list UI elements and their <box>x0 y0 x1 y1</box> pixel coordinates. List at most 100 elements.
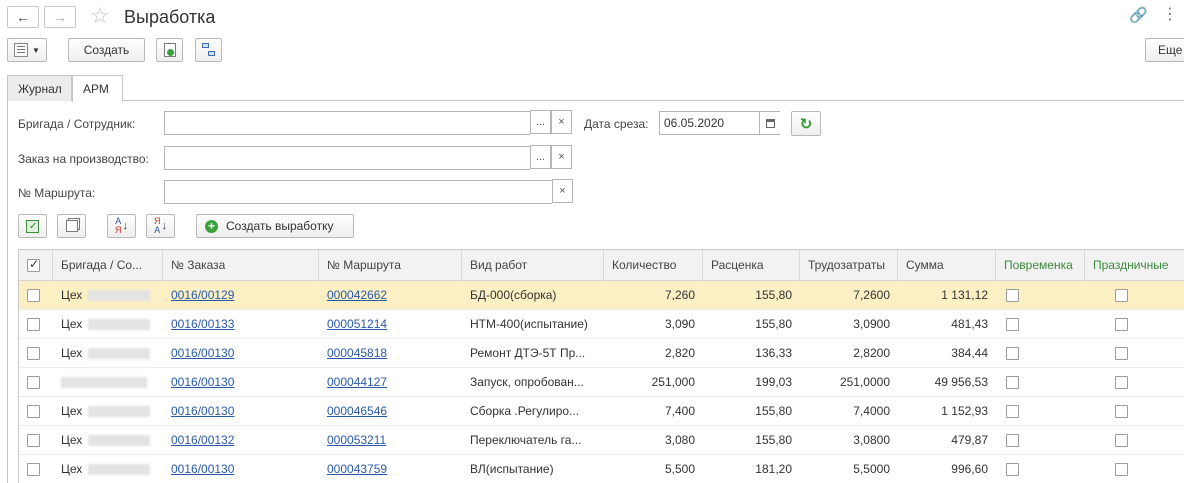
cell-route-link[interactable]: 000042662 <box>319 281 462 310</box>
cell-holiday[interactable] <box>1085 397 1184 426</box>
hourly-checkbox[interactable] <box>1006 405 1019 419</box>
row-checkbox[interactable] <box>27 289 40 303</box>
cell-order-link[interactable]: 0016/00132 <box>163 426 319 455</box>
add-from-copy-button[interactable] <box>156 38 183 62</box>
cell-hourly[interactable] <box>996 397 1085 426</box>
row-checkbox[interactable] <box>27 347 40 361</box>
holiday-checkbox[interactable] <box>1115 347 1128 361</box>
col-labor[interactable]: Трудозатраты <box>800 250 898 281</box>
cell-route-link[interactable]: 000043759 <box>319 455 462 483</box>
col-quantity[interactable]: Количество <box>604 250 703 281</box>
cell-route-link[interactable]: 000044127 <box>319 368 462 397</box>
col-route[interactable]: № Маршрута <box>319 250 462 281</box>
table-row[interactable]: Цех 0016/00130 000045818 Ремонт ДТЭ-5Т Пр..… <box>19 339 1184 368</box>
row-checkbox[interactable] <box>27 434 40 448</box>
structure-button[interactable] <box>195 38 222 62</box>
forward-button[interactable]: → <box>44 6 76 28</box>
tab-arm[interactable]: АРМ <box>72 75 123 102</box>
holiday-checkbox[interactable] <box>1115 434 1128 448</box>
cell-holiday[interactable] <box>1085 339 1184 368</box>
back-button[interactable]: ← <box>7 6 39 28</box>
hourly-checkbox[interactable] <box>1006 289 1019 303</box>
holiday-checkbox[interactable] <box>1115 318 1128 332</box>
cell-hourly[interactable] <box>996 281 1085 310</box>
cell-route-link[interactable]: 000053211 <box>319 426 462 455</box>
table-row[interactable]: 0016/00130 000044127 Запуск, опробован... 2… <box>19 368 1184 397</box>
order-clear-button[interactable]: × <box>551 145 572 169</box>
cell-hourly[interactable] <box>996 368 1085 397</box>
route-input[interactable] <box>164 180 554 204</box>
row-checkbox[interactable] <box>27 463 40 477</box>
holiday-checkbox[interactable] <box>1115 405 1128 419</box>
cell-hourly[interactable] <box>996 426 1085 455</box>
order-select-button[interactable]: ... <box>530 145 551 169</box>
cell-order-link[interactable]: 0016/00133 <box>163 310 319 339</box>
table-row[interactable]: Цех 0016/00133 000051214 НТМ-400(испытание)… <box>19 310 1184 339</box>
holiday-checkbox[interactable] <box>1115 376 1128 390</box>
table-row[interactable]: Цех 0016/00130 000046546 Сборка .Регулиро..… <box>19 397 1184 426</box>
brigade-clear-button[interactable]: × <box>551 110 572 134</box>
select-all-checkbox[interactable]: ✓ <box>27 257 40 273</box>
sort-ascending-button[interactable]: АЯ ↓ <box>107 214 136 238</box>
more-button[interactable]: Еще <box>1145 38 1184 62</box>
hourly-checkbox[interactable] <box>1006 376 1019 390</box>
cell-order-link[interactable]: 0016/00130 <box>163 368 319 397</box>
cell-order-link[interactable]: 0016/00129 <box>163 281 319 310</box>
tab-journal[interactable]: Журнал <box>7 75 72 101</box>
row-checkbox[interactable] <box>27 376 40 390</box>
row-select-cell[interactable] <box>19 455 53 483</box>
table-row[interactable]: Цех 0016/00132 000053211 Переключатель га..… <box>19 426 1184 455</box>
cell-hourly[interactable] <box>996 310 1085 339</box>
more-vertical-icon[interactable]: ⋮ <box>1162 4 1178 24</box>
col-hourly[interactable]: Повременка <box>996 250 1085 281</box>
cell-holiday[interactable] <box>1085 310 1184 339</box>
hourly-checkbox[interactable] <box>1006 463 1019 477</box>
create-button[interactable]: Создать <box>68 38 145 62</box>
order-input[interactable] <box>164 146 532 170</box>
cell-hourly[interactable] <box>996 339 1085 368</box>
row-checkbox[interactable] <box>27 318 40 332</box>
favorite-star-icon[interactable]: ☆ <box>90 3 110 29</box>
cell-holiday[interactable] <box>1085 281 1184 310</box>
table-row[interactable]: Цех 0016/00129 000042662 БД-000(сборка) 7,26… <box>19 281 1184 310</box>
route-clear-button[interactable]: × <box>552 179 573 203</box>
cell-holiday[interactable] <box>1085 426 1184 455</box>
hourly-checkbox[interactable] <box>1006 347 1019 361</box>
col-work-type[interactable]: Вид работ <box>462 250 604 281</box>
col-rate[interactable]: Расценка <box>703 250 800 281</box>
col-sum[interactable]: Сумма <box>898 250 996 281</box>
date-input[interactable]: 06.05.2020 <box>659 111 780 135</box>
header-select-all[interactable]: ✓ <box>19 250 53 281</box>
link-icon[interactable]: 🔗 <box>1129 6 1148 24</box>
check-all-button[interactable]: ✓ <box>18 214 47 238</box>
row-select-cell[interactable] <box>19 397 53 426</box>
cell-order-link[interactable]: 0016/00130 <box>163 397 319 426</box>
cell-holiday[interactable] <box>1085 455 1184 483</box>
cell-route-link[interactable]: 000045818 <box>319 339 462 368</box>
col-brigade[interactable]: Бригада / Со... <box>53 250 163 281</box>
hourly-checkbox[interactable] <box>1006 318 1019 332</box>
uncheck-all-button[interactable] <box>57 214 86 238</box>
row-select-cell[interactable] <box>19 426 53 455</box>
refresh-button[interactable]: ↻ <box>791 111 821 136</box>
row-select-cell[interactable] <box>19 368 53 397</box>
row-select-cell[interactable] <box>19 310 53 339</box>
row-select-cell[interactable] <box>19 281 53 310</box>
col-holiday[interactable]: Праздничные <box>1085 250 1184 281</box>
create-output-button[interactable]: + Создать выработку <box>196 214 354 238</box>
cell-route-link[interactable]: 000051214 <box>319 310 462 339</box>
holiday-checkbox[interactable] <box>1115 289 1128 303</box>
cell-order-link[interactable]: 0016/00130 <box>163 455 319 483</box>
calendar-button[interactable] <box>759 111 780 135</box>
hourly-checkbox[interactable] <box>1006 434 1019 448</box>
brigade-select-button[interactable]: ... <box>530 110 551 134</box>
report-dropdown-button[interactable]: ▼ <box>7 38 47 62</box>
cell-holiday[interactable] <box>1085 368 1184 397</box>
table-row[interactable]: Цех 0016/00130 000043759 ВЛ(испытание) 5,500… <box>19 455 1184 483</box>
row-select-cell[interactable] <box>19 339 53 368</box>
cell-route-link[interactable]: 000046546 <box>319 397 462 426</box>
sort-descending-button[interactable]: ЯА ↓ <box>146 214 175 238</box>
cell-hourly[interactable] <box>996 455 1085 483</box>
row-checkbox[interactable] <box>27 405 40 419</box>
col-order[interactable]: № Заказа <box>163 250 319 281</box>
